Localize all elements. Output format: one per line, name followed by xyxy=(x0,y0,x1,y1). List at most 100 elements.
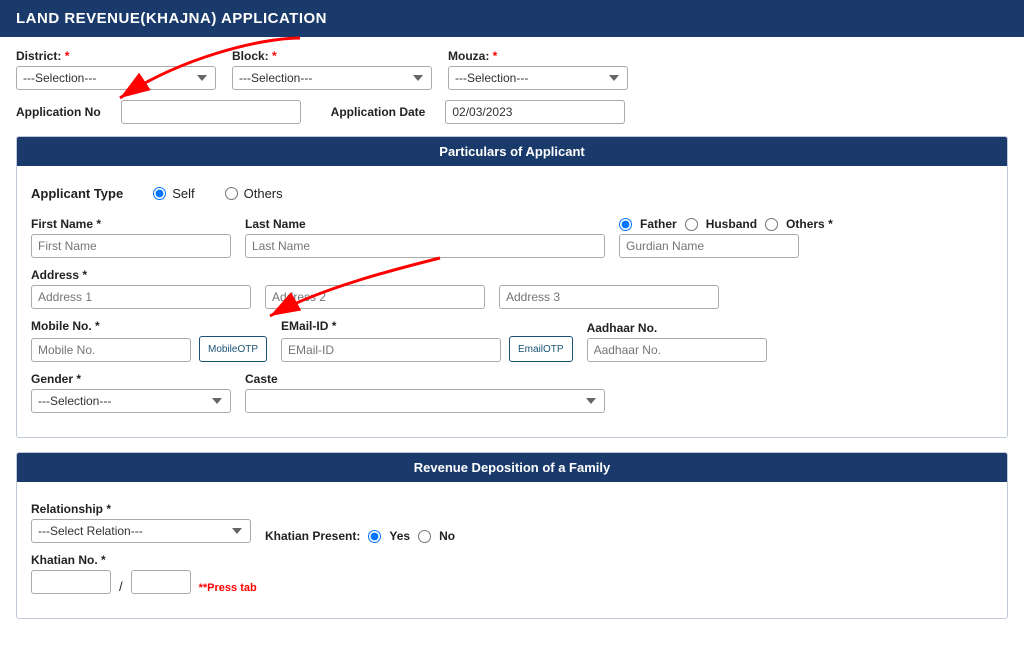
app-no-row: Application No Application Date xyxy=(16,100,1008,124)
khatian-yes-label: Yes xyxy=(389,529,410,543)
applicant-type-label: Applicant Type xyxy=(31,186,123,201)
khatian-slash: / xyxy=(119,579,123,594)
others-radio-group: Others xyxy=(225,186,283,201)
mobileotp-button[interactable]: MobileOTP xyxy=(199,336,267,362)
emailotp-button[interactable]: EmailOTP xyxy=(509,336,573,362)
appdate-label: Application Date xyxy=(331,105,426,119)
gender-label: Gender * xyxy=(31,372,231,386)
khatian-no-radio[interactable] xyxy=(418,530,431,543)
caste-label: Caste xyxy=(245,372,605,386)
aadhaar-input[interactable] xyxy=(587,338,767,362)
father-radio[interactable] xyxy=(619,218,632,231)
district-select[interactable]: ---Selection--- xyxy=(16,66,216,90)
relationship-col: Relationship * ---Select Relation--- xyxy=(31,502,251,543)
address3-input[interactable] xyxy=(499,285,719,309)
press-tab-label: **Press tab xyxy=(199,582,257,594)
firstname-label: First Name * xyxy=(31,217,231,231)
caste-select[interactable] xyxy=(245,389,605,413)
address2-col xyxy=(265,268,485,309)
others2-label: Others * xyxy=(786,217,833,231)
mouza-label: Mouza: * xyxy=(448,49,628,63)
name-row: First Name * Last Name Father xyxy=(31,217,993,258)
khatian-present-spacer xyxy=(265,512,455,526)
khatian-no-row: Khatian No. * / **Press tab xyxy=(31,553,993,594)
khatian-no-col: Khatian No. * / **Press tab xyxy=(31,553,257,594)
others-label: Others xyxy=(244,186,283,201)
caste-col: Caste xyxy=(245,372,605,413)
district-group: District: * ---Selection--- xyxy=(16,49,216,90)
aadhaar-col: Aadhaar No. xyxy=(587,321,767,362)
lastname-input[interactable] xyxy=(245,234,605,258)
mouza-select[interactable]: ---Selection--- xyxy=(448,66,628,90)
mobile-col: Mobile No. * MobileOTP xyxy=(31,319,267,362)
khatian-yes-radio[interactable] xyxy=(368,530,381,543)
address2-input[interactable] xyxy=(265,285,485,309)
guardian-input[interactable] xyxy=(619,234,799,258)
mobile-field-row: MobileOTP xyxy=(31,336,267,362)
address3-col xyxy=(499,268,719,309)
main-content: District: * ---Selection--- Block: * ---… xyxy=(0,37,1024,645)
guardian-group: Father Husband Others * xyxy=(619,217,833,231)
mouza-group: Mouza: * ---Selection--- xyxy=(448,49,628,90)
khatian-no-label: No xyxy=(439,529,455,543)
aadhaar-label: Aadhaar No. xyxy=(587,321,767,335)
khatian-no-label-field: Khatian No. * xyxy=(31,553,257,567)
khatian-present-label: Khatian Present: xyxy=(265,529,360,543)
revenue-header: Revenue Deposition of a Family xyxy=(17,453,1007,482)
gender-caste-row: Gender * ---Selection--- Caste xyxy=(31,372,993,413)
block-label: Block: * xyxy=(232,49,432,63)
block-select[interactable]: ---Selection--- xyxy=(232,66,432,90)
father-label: Father xyxy=(640,217,677,231)
khatian-no-input[interactable] xyxy=(31,570,111,594)
email-input[interactable] xyxy=(281,338,501,362)
particulars-form: Applicant Type Self Others First Name xyxy=(17,176,1007,437)
mobile-label: Mobile No. * xyxy=(31,319,267,333)
page-title: LAND REVENUE(KHAJNA) APPLICATION xyxy=(16,10,327,27)
address2-spacer xyxy=(265,268,485,282)
email-col: EMail-ID * EmailOTP xyxy=(281,319,573,362)
revenue-form: Relationship * ---Select Relation--- Kha… xyxy=(17,492,1007,618)
guardian-radios: Father Husband Others * xyxy=(619,217,833,231)
email-label: EMail-ID * xyxy=(281,319,573,333)
applicant-type-row: Applicant Type Self Others xyxy=(31,186,993,201)
appno-label: Application No xyxy=(16,105,101,119)
block-required: * xyxy=(272,49,277,63)
guardian-col: Father Husband Others * xyxy=(619,217,833,258)
page-header: LAND REVENUE(KHAJNA) APPLICATION xyxy=(0,0,1024,37)
mouza-required: * xyxy=(493,49,498,63)
lastname-label: Last Name xyxy=(245,217,605,231)
husband-radio[interactable] xyxy=(685,218,698,231)
email-field-row: EmailOTP xyxy=(281,336,573,362)
particulars-section: Particulars of Applicant Applicant Type … xyxy=(16,136,1008,438)
appdate-input[interactable] xyxy=(445,100,625,124)
self-label: Self xyxy=(172,186,194,201)
others-radio[interactable] xyxy=(225,187,238,200)
self-radio[interactable] xyxy=(153,187,166,200)
khatian-sub-input[interactable] xyxy=(131,570,191,594)
lastname-col: Last Name xyxy=(245,217,605,258)
husband-label: Husband xyxy=(706,217,757,231)
district-label: District: * xyxy=(16,49,216,63)
contact-row: Mobile No. * MobileOTP EMail-ID * xyxy=(31,319,993,362)
address1-col: Address * xyxy=(31,268,251,309)
gender-col: Gender * ---Selection--- xyxy=(31,372,231,413)
revenue-row: Relationship * ---Select Relation--- Kha… xyxy=(31,502,993,543)
relationship-select[interactable]: ---Select Relation--- xyxy=(31,519,251,543)
self-radio-group: Self xyxy=(153,186,194,201)
revenue-section: Revenue Deposition of a Family Relations… xyxy=(16,452,1008,619)
address-label: Address * xyxy=(31,268,251,282)
particulars-header: Particulars of Applicant xyxy=(17,137,1007,166)
others2-radio[interactable] xyxy=(765,218,778,231)
khatian-present-row: Khatian Present: Yes No xyxy=(265,529,455,543)
appno-input[interactable] xyxy=(121,100,301,124)
address3-spacer xyxy=(499,268,719,282)
top-selection-row: District: * ---Selection--- Block: * ---… xyxy=(16,49,1008,90)
relationship-label: Relationship * xyxy=(31,502,251,516)
mobile-input[interactable] xyxy=(31,338,191,362)
khatian-present-col: Khatian Present: Yes No xyxy=(265,512,455,543)
gender-select[interactable]: ---Selection--- xyxy=(31,389,231,413)
district-required: * xyxy=(65,49,70,63)
address-row: Address * xyxy=(31,268,993,309)
firstname-input[interactable] xyxy=(31,234,231,258)
address1-input[interactable] xyxy=(31,285,251,309)
